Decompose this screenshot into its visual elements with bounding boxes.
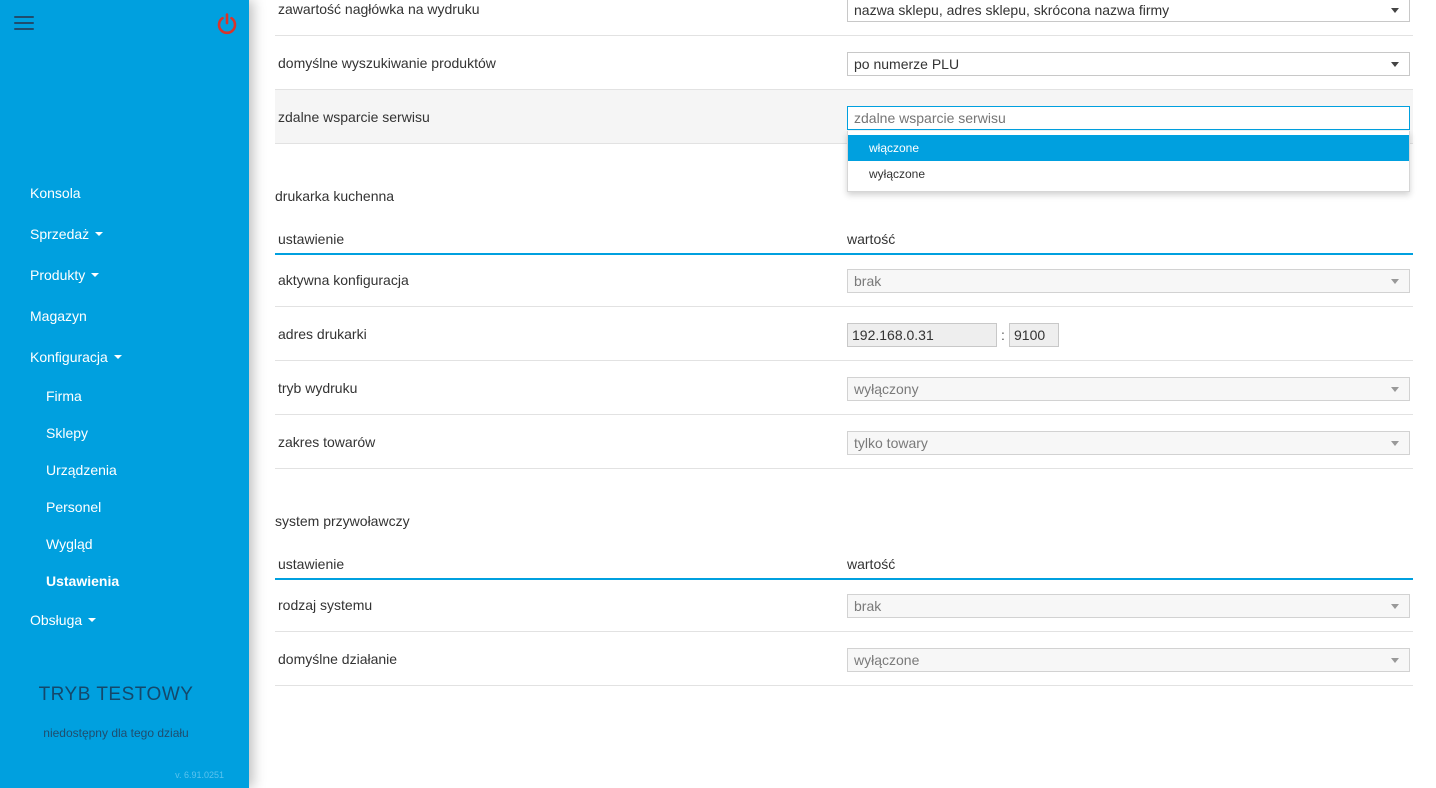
remote-support-search-input[interactable]: [847, 106, 1410, 130]
printer-ip-input[interactable]: 192.168.0.31: [847, 323, 997, 347]
sidebar-subitem-sklepy[interactable]: Sklepy: [0, 414, 249, 451]
row-print-mode: tryb wydruku wyłączony: [275, 361, 1413, 415]
row-system-type: rodzaj systemu brak: [275, 578, 1413, 632]
dropdown-option-enabled[interactable]: włączone: [848, 135, 1409, 161]
dropdown-arrow-icon: [1391, 658, 1399, 663]
row-label: adres drukarki: [278, 326, 367, 342]
row-label: aktywna konfiguracja: [278, 272, 409, 288]
section-title-kitchen-printer: drukarka kuchenna: [275, 188, 395, 204]
dropdown-arrow-icon: [1391, 62, 1399, 67]
dropdown-arrow-icon: [1391, 279, 1399, 284]
dropdown-arrow-icon: [1391, 387, 1399, 392]
dropdown-arrow-icon: [1391, 8, 1399, 13]
dropdown-option-disabled[interactable]: wyłączone: [848, 161, 1409, 187]
version-label: v. 6.91.0251: [175, 770, 224, 780]
table-header: ustawienie wartość: [275, 231, 1413, 255]
sidebar-subitem-wyglad[interactable]: Wygląd: [0, 525, 249, 562]
default-search-select[interactable]: po numerze PLU: [847, 52, 1410, 76]
print-mode-select[interactable]: wyłączony: [847, 377, 1410, 401]
column-header-value: wartość: [847, 231, 896, 247]
product-range-select[interactable]: tylko towary: [847, 431, 1410, 455]
section-title-call-system: system przywoławczy: [275, 513, 410, 529]
table-header: ustawienie wartość: [275, 556, 1413, 580]
dropdown-arrow-icon: [1391, 441, 1399, 446]
row-label: zawartość nagłówka na wydruku: [278, 1, 480, 17]
sidebar-item-konsola[interactable]: Konsola: [0, 172, 249, 213]
sidebar-item-obsluga[interactable]: Obsługa: [0, 599, 249, 640]
remote-support-dropdown: włączone wyłączone: [847, 131, 1410, 192]
row-label: rodzaj systemu: [278, 597, 373, 613]
sidebar-subitem-ustawienia[interactable]: Ustawienia: [0, 562, 249, 599]
row-label: domyślne wyszukiwanie produktów: [278, 55, 496, 71]
row-default-search: domyślne wyszukiwanie produktów po numer…: [275, 36, 1413, 90]
row-default-action: domyślne działanie wyłączone: [275, 632, 1413, 686]
printer-port-input[interactable]: 9100: [1009, 323, 1059, 347]
row-active-config: aktywna konfiguracja brak: [275, 253, 1413, 307]
power-icon[interactable]: [215, 12, 239, 36]
column-header-setting: ustawienie: [278, 556, 345, 572]
sidebar-item-sprzedaz[interactable]: Sprzedaż: [0, 213, 249, 254]
row-label: tryb wydruku: [278, 380, 358, 396]
sidebar-subitem-urzadzenia[interactable]: Urządzenia: [0, 451, 249, 488]
active-config-select[interactable]: brak: [847, 269, 1410, 293]
sidebar-item-magazyn[interactable]: Magazyn: [0, 295, 249, 336]
row-label: domyślne działanie: [278, 651, 398, 667]
row-label: zdalne wsparcie serwisu: [278, 109, 430, 125]
dropdown-arrow-icon: [1391, 604, 1399, 609]
row-header-content: zawartość nagłówka na wydruku nazwa skle…: [275, 0, 1413, 36]
row-product-range: zakres towarów tylko towary: [275, 415, 1413, 469]
sidebar-subitem-firma[interactable]: Firma: [0, 377, 249, 414]
sidebar-item-produkty[interactable]: Produkty: [0, 254, 249, 295]
menu-icon[interactable]: [14, 16, 34, 32]
system-type-select[interactable]: brak: [847, 594, 1410, 618]
ip-port-separator: :: [1001, 327, 1005, 343]
column-header-setting: ustawienie: [278, 231, 345, 247]
sidebar-subitem-personel[interactable]: Personel: [0, 488, 249, 525]
column-header-value: wartość: [847, 556, 896, 572]
caret-down-icon: [91, 272, 100, 277]
row-printer-address: adres drukarki 192.168.0.31 : 9100: [275, 307, 1413, 361]
caret-down-icon: [88, 617, 97, 622]
sidebar: Konsola Sprzedaż Produkty Magazyn Konfig…: [0, 0, 249, 788]
sidebar-nav: Konsola Sprzedaż Produkty Magazyn Konfig…: [0, 172, 249, 640]
header-content-select[interactable]: nazwa sklepu, adres sklepu, skrócona naz…: [847, 0, 1410, 22]
caret-down-icon: [95, 231, 104, 236]
test-mode-title: TRYB TESTOWY: [38, 684, 194, 705]
caret-down-icon: [113, 354, 122, 359]
test-mode-subtitle: niedostępny dla tego działu: [43, 726, 189, 740]
sidebar-item-konfiguracja[interactable]: Konfiguracja: [0, 336, 249, 377]
default-action-select[interactable]: wyłączone: [847, 648, 1410, 672]
row-label: zakres towarów: [278, 434, 376, 450]
